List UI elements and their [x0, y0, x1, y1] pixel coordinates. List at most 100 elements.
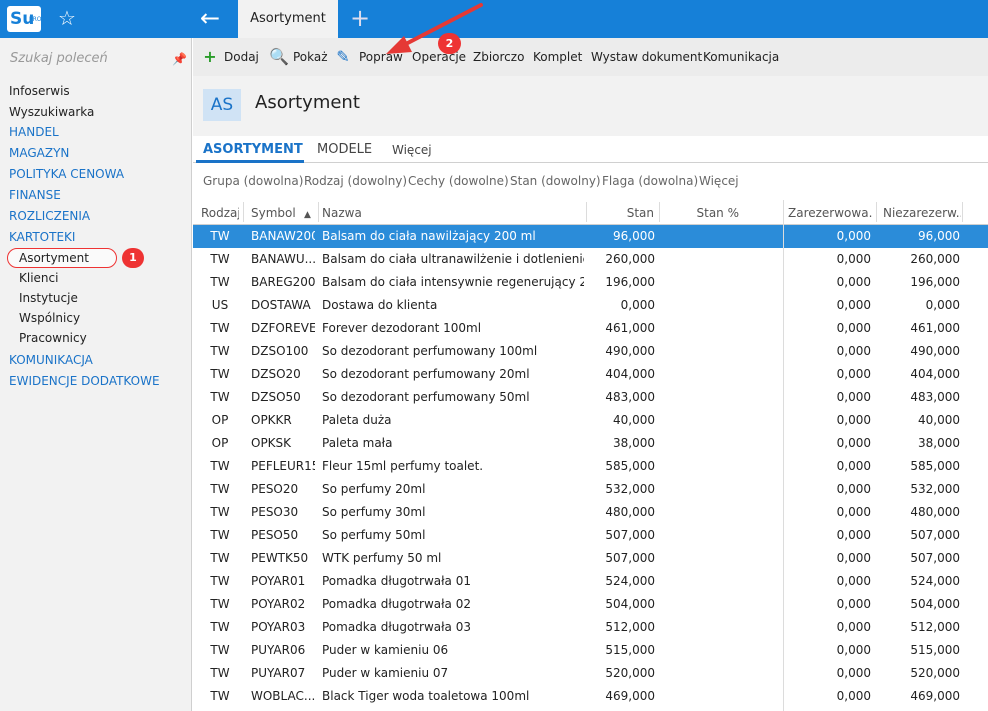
table-row[interactable]: TW POYAR01 Pomadka długotrwała 01 524,000 0,…: [193, 570, 988, 593]
sidebar-item-magazyn[interactable]: MAGAZYN: [9, 143, 69, 163]
back-arrow-icon[interactable]: ←: [200, 6, 230, 32]
cell-reserved: 0,000: [836, 252, 871, 266]
cell-reserved: 0,000: [836, 390, 871, 404]
table-row[interactable]: TW DZFOREVER Forever dezodorant 100ml 461,0…: [193, 317, 988, 340]
table-row[interactable]: TW DZSO100 So dezodorant perfumowany 100ml…: [193, 340, 988, 363]
column-rodzaj[interactable]: Rodzaj: [201, 205, 239, 221]
sidebar-item-ewidencje-dodatkowe[interactable]: EWIDENCJE DODATKOWE: [9, 371, 160, 391]
table-row[interactable]: TW PESO50 So perfumy 50ml 507,000 0,000 507,0…: [193, 524, 988, 547]
sidebar-item-polityka-cenowa[interactable]: POLITYKA CENOWA: [9, 164, 124, 184]
sidebar-item-komunikacja[interactable]: KOMUNIKACJA: [9, 350, 93, 370]
app-logo[interactable]: Su PRO: [7, 6, 42, 32]
filter-features[interactable]: Cechy (dowolne): [408, 172, 509, 190]
cell-reserved: 0,000: [836, 620, 871, 634]
column-stan-pct[interactable]: Stan %: [663, 205, 740, 221]
table-row[interactable]: OP OPKSK Paleta mała 38,000 0,000 38,000: [193, 432, 988, 455]
column-divider[interactable]: [243, 202, 244, 222]
add-button[interactable]: Dodaj: [224, 48, 259, 66]
sidebar-item-infoserwis[interactable]: Infoserwis: [9, 81, 70, 101]
filter-more[interactable]: Więcej: [699, 172, 739, 190]
table-row[interactable]: TW PESO20 So perfumy 20ml 532,000 0,000 532,0…: [193, 478, 988, 501]
tab-asortyment[interactable]: ASORTYMENT: [203, 140, 303, 160]
cell-unreserved: 504,000: [910, 597, 960, 611]
cell-symbol: DZSO20: [251, 367, 301, 381]
show-button[interactable]: Pokaż: [293, 48, 328, 66]
filter-type[interactable]: Rodzaj (dowolny): [304, 172, 407, 190]
table-row[interactable]: TW DZSO50 So dezodorant perfumowany 50ml 48…: [193, 386, 988, 409]
tab-more[interactable]: Więcej: [392, 140, 432, 160]
cell-unreserved: 404,000: [910, 367, 960, 381]
cell-rodzaj: TW: [210, 551, 230, 565]
filter-group[interactable]: Grupa (dowolna): [203, 172, 303, 190]
cell-stan: 404,000: [605, 367, 655, 381]
table-row[interactable]: TW WOBLAC... Black Tiger woda toaletowa 10…: [193, 685, 988, 708]
cell-stan: 515,000: [605, 643, 655, 657]
filter-stock[interactable]: Stan (dowolny): [510, 172, 601, 190]
column-reserved[interactable]: Zarezerwowa...: [788, 205, 872, 221]
cell-rodzaj: TW: [210, 597, 230, 611]
sidebar-item-handel[interactable]: HANDEL: [9, 122, 59, 142]
column-divider[interactable]: [318, 202, 319, 222]
edit-button[interactable]: Popraw: [359, 48, 403, 66]
sidebar-item-instytucje[interactable]: Instytucje: [19, 288, 78, 308]
filter-flag[interactable]: Flaga (dowolna): [602, 172, 698, 190]
column-stan[interactable]: Stan: [590, 205, 654, 221]
table-row[interactable]: TW PUYAR07 Puder w kamieniu 07 520,000 0,000…: [193, 662, 988, 685]
cell-unreserved: 507,000: [910, 528, 960, 542]
sidebar-item-wyszukiwarka[interactable]: Wyszukiwarka: [9, 102, 94, 122]
sidebar-item-wspólnicy[interactable]: Wspólnicy: [19, 308, 80, 328]
sidebar-item-klienci[interactable]: Klienci: [19, 268, 58, 288]
column-divider[interactable]: [876, 202, 877, 222]
table-row[interactable]: TW BANAW200 Balsam do ciała nawilżający 20…: [193, 225, 988, 248]
sidebar-item-pracownicy[interactable]: Pracownicy: [19, 328, 87, 348]
cell-symbol: POYAR01: [251, 574, 306, 588]
cell-rodzaj: TW: [210, 689, 230, 703]
pin-icon[interactable]: 📌: [172, 52, 187, 66]
cell-symbol: PUYAR07: [251, 666, 306, 680]
cell-nazwa: So perfumy 50ml: [322, 528, 426, 542]
cell-stan: 40,000: [613, 413, 655, 427]
cell-nazwa: Forever dezodorant 100ml: [322, 321, 482, 335]
column-unreserved[interactable]: Niezarezerw...: [883, 205, 961, 221]
plus-icon[interactable]: +: [202, 49, 218, 65]
bulk-button[interactable]: Zbiorczo: [473, 48, 524, 66]
table-row[interactable]: TW PUYAR06 Puder w kamieniu 06 515,000 0,000…: [193, 639, 988, 662]
cell-reserved: 0,000: [836, 551, 871, 565]
column-divider[interactable]: [586, 202, 587, 222]
table-row[interactable]: US DOSTAWA Dostawa do klienta 0,000 0,000 0,0…: [193, 294, 988, 317]
new-tab-plus-icon[interactable]: +: [350, 5, 370, 31]
sidebar-item-kartoteki[interactable]: KARTOTEKI: [9, 227, 75, 247]
cell-reserved: 0,000: [836, 321, 871, 335]
column-divider[interactable]: [659, 202, 660, 222]
search-input[interactable]: Szukaj poleceń: [0, 42, 192, 72]
cell-reserved: 0,000: [836, 275, 871, 289]
table-row[interactable]: TW BAREG200 Balsam do ciała intensywnie re…: [193, 271, 988, 294]
star-icon[interactable]: ☆: [58, 7, 80, 29]
issue-document-button[interactable]: Wystaw dokument: [591, 48, 702, 66]
cell-stan: 507,000: [605, 551, 655, 565]
table-row[interactable]: TW PESO30 So perfumy 30ml 480,000 0,000 480,0…: [193, 501, 988, 524]
table-row[interactable]: TW PEWTK50 WTK perfumy 50 ml 507,000 0,000 50…: [193, 547, 988, 570]
table-row[interactable]: TW BANAWU... Balsam do ciała ultranawilżen…: [193, 248, 988, 271]
table-row[interactable]: OP OPKKR Paleta duża 40,000 0,000 40,000: [193, 409, 988, 432]
tab-asortyment-window[interactable]: Asortyment: [238, 0, 338, 38]
column-nazwa[interactable]: Nazwa: [322, 205, 522, 221]
communication-button[interactable]: Komunikacja: [703, 48, 779, 66]
sidebar-item-rozliczenia[interactable]: ROZLICZENIA: [9, 206, 90, 226]
sidebar-item-finanse[interactable]: FINANSE: [9, 185, 61, 205]
table-row[interactable]: TW POYAR02 Pomadka długotrwała 02 504,000 0,…: [193, 593, 988, 616]
column-symbol[interactable]: Symbol: [251, 205, 297, 221]
cell-unreserved: 40,000: [918, 413, 960, 427]
cell-unreserved: 512,000: [910, 620, 960, 634]
set-button[interactable]: Komplet: [533, 48, 582, 66]
cell-rodzaj: TW: [210, 459, 230, 473]
search-icon[interactable]: 🔍: [269, 49, 289, 65]
cell-nazwa: Balsam do ciała ultranawilżenie i dotlen…: [322, 252, 584, 266]
sidebar-item-asortyment[interactable]: Asortyment: [19, 248, 89, 268]
table-row[interactable]: TW DZSO20 So dezodorant perfumowany 20ml 40…: [193, 363, 988, 386]
tab-modele[interactable]: MODELE: [317, 140, 372, 160]
edit-brush-icon[interactable]: ✎: [335, 49, 351, 65]
table-row[interactable]: TW POYAR03 Pomadka długotrwała 03 512,000 0,…: [193, 616, 988, 639]
column-divider[interactable]: [962, 202, 963, 222]
table-row[interactable]: TW PEFLEUR15 Fleur 15ml perfumy toalet. 585…: [193, 455, 988, 478]
